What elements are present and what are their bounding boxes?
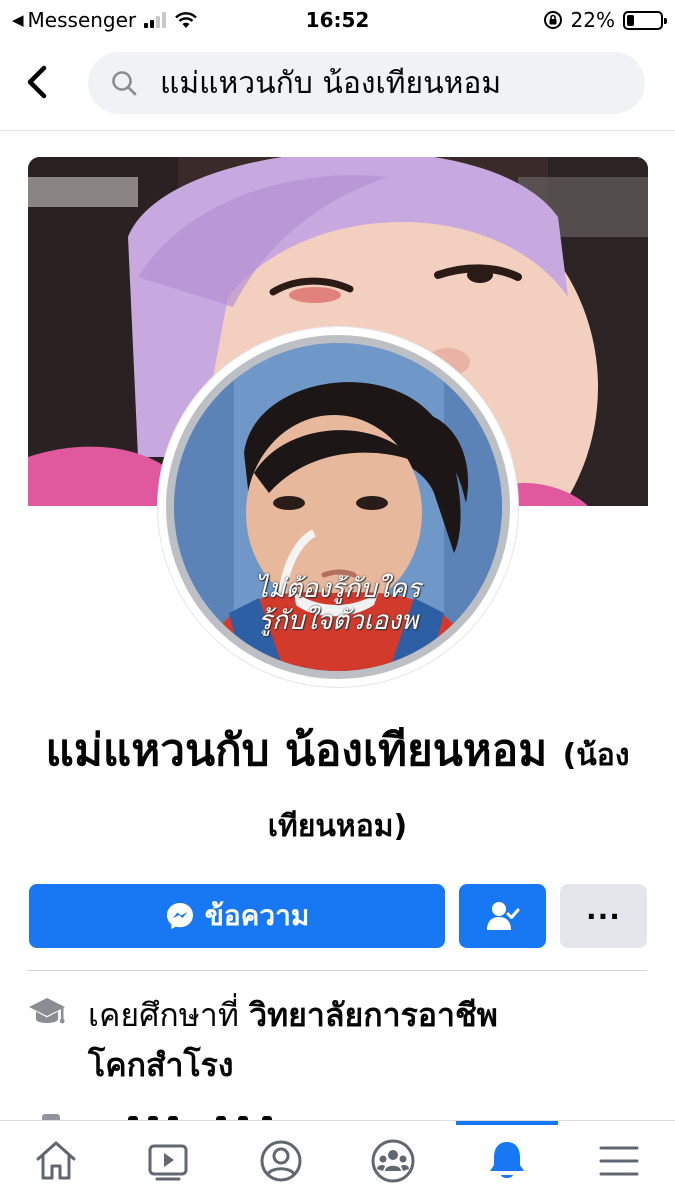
search-query: แม่แหวนกับ น้องเทียนหอม [160, 65, 502, 101]
status-right: 22% [543, 8, 667, 32]
search-bar[interactable]: แม่แหวนกับ น้องเทียนหอม [88, 52, 645, 114]
message-button-label: ข้อความ [204, 899, 310, 932]
battery-percent: 22% [570, 8, 615, 32]
education-text: เคยศึกษาที่ วิทยาลัยการอาชีพโคกสำโรง [88, 990, 628, 1090]
tab-home[interactable] [30, 1135, 82, 1187]
friend-check-icon [486, 902, 519, 930]
profile-name: แม่แหวนกับ น้องเทียนหอม (น้องเทียนหอม) [40, 718, 635, 860]
graduation-cap-icon [29, 998, 65, 1024]
facebook-profile-screen: ◀ Messenger 16:52 22% แม่แหวนกับ น้องเที… [0, 0, 675, 1200]
profile-picture[interactable]: ไม่ต้องรู้กับใคร รู้กับใจตัวเองพ [158, 327, 518, 687]
message-button[interactable]: ข้อความ [29, 884, 445, 948]
header-divider [0, 130, 675, 131]
status-bar: ◀ Messenger 16:52 22% [0, 0, 675, 38]
tab-notifications[interactable] [481, 1135, 533, 1187]
section-divider [28, 970, 647, 971]
profile-picture-caption-line-1: ไม่ต้องรู้กับใคร [255, 574, 421, 604]
profile-picture-frame: ไม่ต้องรู้กับใคร รู้กับใจตัวเองพ [166, 335, 510, 679]
groups-icon [371, 1139, 415, 1183]
active-tab-indicator [456, 1121, 558, 1125]
battery-icon [623, 10, 667, 30]
rotation-lock-icon [543, 11, 562, 29]
notifications-icon [490, 1142, 524, 1178]
education-prefix: เคยศึกษาที่ [88, 996, 239, 1034]
back-chevron-icon[interactable] [20, 62, 56, 102]
friends-button[interactable] [459, 884, 546, 948]
more-icon: ··· [586, 899, 621, 933]
profile-picture-caption: ไม่ต้องรู้กับใคร รู้กับใจตัวเองพ [174, 573, 502, 637]
messenger-icon [166, 903, 193, 929]
menu-icon [599, 1146, 639, 1176]
search-icon [112, 71, 137, 96]
watch-icon [148, 1144, 188, 1181]
tab-groups[interactable] [367, 1135, 419, 1187]
tab-profile[interactable] [255, 1135, 307, 1187]
tab-menu[interactable] [593, 1135, 645, 1187]
profile-picture-caption-line-2: รู้กับใจตัวเองพ [258, 606, 418, 636]
battery-level [627, 14, 634, 26]
profile-display-name: แม่แหวนกับ น้องเทียนหอม [45, 725, 548, 776]
home-icon [36, 1141, 76, 1180]
more-options-button[interactable]: ··· [560, 884, 647, 948]
tab-watch[interactable] [142, 1135, 194, 1187]
bottom-tab-bar [0, 1120, 675, 1200]
profile-icon [260, 1140, 302, 1182]
